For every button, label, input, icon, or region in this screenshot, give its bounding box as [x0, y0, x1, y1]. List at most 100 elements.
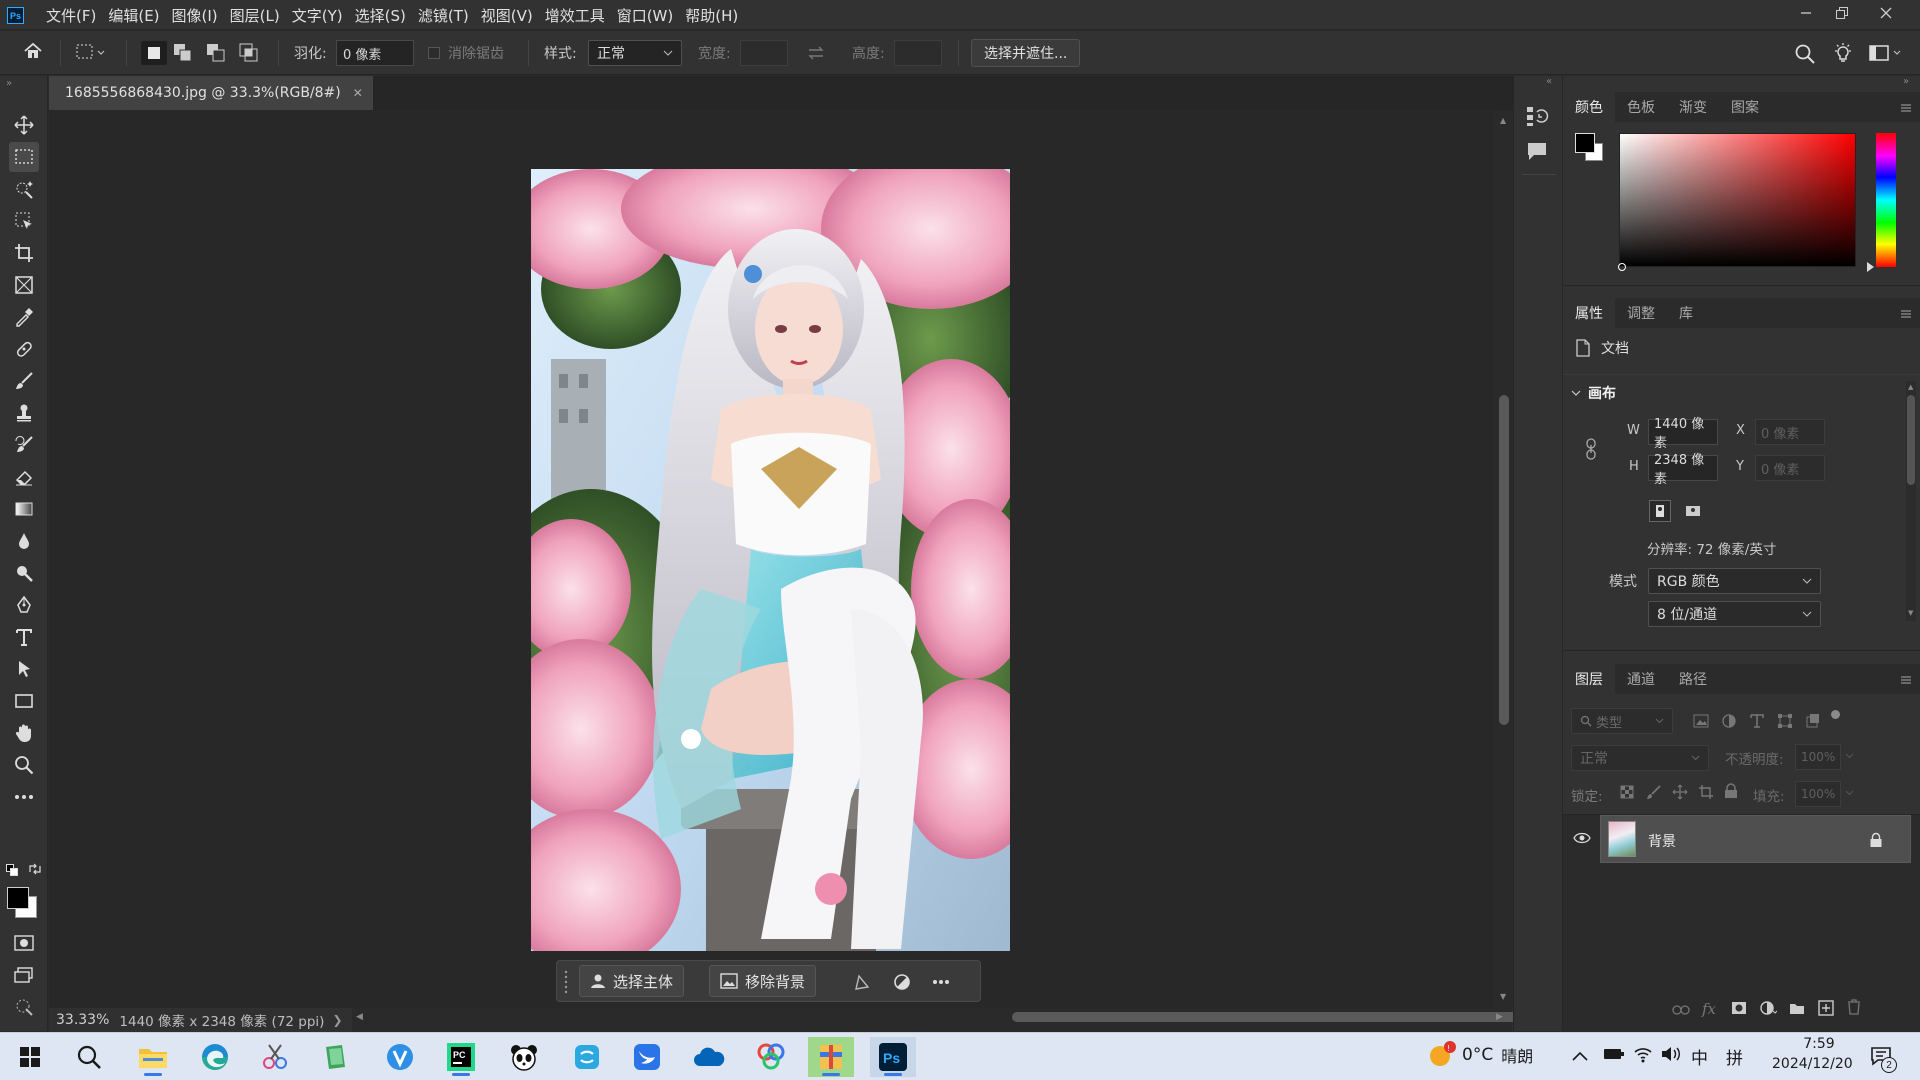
menu-item[interactable]: 帮助(H)	[679, 0, 744, 30]
show-hidden-icons-icon[interactable]	[1572, 1049, 1588, 1065]
scroll-right-icon[interactable]: ▶	[1496, 1012, 1503, 1022]
lock-artboard-icon[interactable]	[1698, 784, 1714, 804]
remove-background-button[interactable]: 移除背景	[709, 965, 817, 997]
width-input[interactable]	[740, 40, 788, 66]
adjustment-layer-icon[interactable]	[1759, 1000, 1778, 1020]
color-picker-field[interactable]	[1619, 133, 1856, 267]
frame-tool-icon[interactable]	[9, 270, 39, 300]
clock-time[interactable]: 7:59	[1780, 1036, 1858, 1052]
filter-shape-icon[interactable]	[1777, 713, 1793, 733]
blur-tool-icon[interactable]	[9, 526, 39, 556]
canvas-height-field[interactable]: 2348 像素	[1648, 453, 1718, 487]
bird-app-icon[interactable]	[624, 1037, 670, 1077]
tab-paths[interactable]: 路径	[1667, 664, 1719, 694]
more-tools-icon[interactable]	[9, 782, 39, 812]
edit-toolbar-icon[interactable]	[9, 992, 39, 1022]
swap-dimensions-icon[interactable]	[806, 44, 826, 62]
eye-icon[interactable]	[1573, 832, 1591, 848]
menu-item[interactable]: 滤镜(T)	[412, 0, 475, 30]
object-select-tool-icon[interactable]	[9, 206, 39, 236]
zoom-level[interactable]: 33.33%	[56, 1012, 109, 1028]
tab-gradients[interactable]: 渐变	[1667, 92, 1719, 122]
hue-slider-marker[interactable]	[1867, 262, 1874, 272]
link-layers-icon[interactable]	[1672, 1004, 1690, 1020]
windows-start-icon[interactable]	[7, 1037, 53, 1077]
filter-adjustment-icon[interactable]	[1721, 713, 1737, 733]
new-selection-icon[interactable]	[141, 41, 167, 65]
more-options-icon[interactable]	[932, 979, 950, 985]
path-selection-tool-icon[interactable]	[9, 654, 39, 684]
weather-widget[interactable]: ! 0°C 晴朗	[1428, 1041, 1533, 1069]
scroll-up-icon[interactable]: ▲	[1500, 116, 1506, 125]
crop-tool-icon[interactable]	[9, 238, 39, 268]
gradient-tool-icon[interactable]	[9, 494, 39, 524]
landscape-orientation-icon[interactable]	[1682, 500, 1704, 522]
canvas-section-header[interactable]: 画布	[1571, 383, 1616, 403]
battery-icon[interactable]	[1603, 1047, 1625, 1065]
layer-lock-icon[interactable]	[1869, 832, 1883, 852]
collapse-dock-icon[interactable]: «	[1546, 76, 1552, 87]
archive-app-icon[interactable]	[808, 1037, 854, 1077]
panel-menu-icon[interactable]	[1900, 307, 1912, 323]
layer-name[interactable]: 背景	[1648, 831, 1676, 851]
filter-pixel-icon[interactable]	[1693, 714, 1709, 732]
menu-item[interactable]: 窗口(W)	[611, 0, 680, 30]
ime-mode-indicator[interactable]: 拼	[1726, 1044, 1743, 1069]
layer-row-background[interactable]	[1600, 815, 1911, 863]
canvas-width-field[interactable]: 1440 像素	[1648, 417, 1718, 451]
feather-input[interactable]: 0 像素	[336, 40, 414, 66]
edge-browser-icon[interactable]	[192, 1037, 238, 1077]
fx-icon[interactable]: fx	[1702, 1000, 1716, 1018]
swap-colors-icon[interactable]	[28, 862, 42, 880]
quick-mask-icon[interactable]	[9, 928, 39, 958]
rectangular-marquee-tool-icon[interactable]	[9, 142, 39, 172]
move-tool-icon[interactable]	[9, 110, 39, 140]
tab-channels[interactable]: 通道	[1615, 664, 1667, 694]
scroll-down-icon[interactable]: ▼	[1908, 609, 1913, 617]
vscode-v-app-icon[interactable]	[377, 1037, 423, 1077]
tab-adjustments[interactable]: 调整	[1615, 298, 1667, 328]
style-select[interactable]: 正常	[588, 40, 682, 66]
type-tool-icon[interactable]	[9, 622, 39, 652]
close-button[interactable]	[1866, 0, 1906, 26]
antialias-checkbox[interactable]	[428, 47, 440, 59]
object-selection-tool-icon[interactable]	[9, 174, 39, 204]
vertical-scroll-thumb[interactable]	[1499, 395, 1509, 725]
tab-libraries[interactable]: 库	[1667, 298, 1705, 328]
layer-filter-select[interactable]: 类型	[1571, 708, 1673, 734]
status-expand-icon[interactable]: ❯	[332, 1013, 342, 1027]
clock-date[interactable]: 2024/12/20	[1772, 1056, 1853, 1072]
home-icon[interactable]	[22, 41, 44, 61]
dodge-tool-icon[interactable]	[9, 558, 39, 588]
properties-scrollbar[interactable]: ▲ ▼	[1906, 381, 1916, 621]
ime-language-indicator[interactable]: 中	[1691, 1044, 1708, 1069]
tab-color[interactable]: 颜色	[1563, 92, 1615, 122]
cloud-app-icon[interactable]	[564, 1037, 610, 1077]
panel-menu-icon[interactable]	[1900, 673, 1912, 689]
comments-panel-icon[interactable]	[1525, 140, 1549, 162]
mask-icon[interactable]	[893, 973, 911, 991]
tab-properties[interactable]: 属性	[1563, 298, 1615, 328]
portrait-orientation-icon[interactable]	[1649, 500, 1671, 522]
hue-slider[interactable]	[1876, 133, 1896, 267]
wifi-icon[interactable]	[1633, 1045, 1653, 1067]
bit-depth-select[interactable]: 8 位/通道	[1648, 601, 1821, 627]
vertical-scrollbar[interactable]: ▲ ▼	[1495, 110, 1513, 1008]
lock-image-icon[interactable]	[1646, 784, 1662, 804]
tab-swatches[interactable]: 色板	[1615, 92, 1667, 122]
properties-scroll-thumb[interactable]	[1907, 395, 1915, 485]
document-tab[interactable]: 1685556868430.jpg @ 33.3%(RGB/8#) ✕	[49, 76, 373, 110]
menu-item[interactable]: 文字(Y)	[286, 0, 349, 30]
fill-field[interactable]: 100%	[1795, 781, 1841, 807]
filter-toggle-icon[interactable]	[1831, 710, 1840, 719]
clone-stamp-tool-icon[interactable]	[9, 398, 39, 428]
link-dimensions-icon[interactable]	[1585, 438, 1597, 464]
menu-item[interactable]: 增效工具	[539, 0, 611, 30]
color-foreground-swatch[interactable]	[1575, 133, 1595, 153]
new-layer-icon[interactable]	[1818, 1000, 1834, 1020]
lock-all-icon[interactable]	[1724, 783, 1738, 803]
history-panel-icon[interactable]	[1525, 104, 1549, 128]
hand-tool-icon[interactable]	[9, 718, 39, 748]
history-brush-tool-icon[interactable]	[9, 430, 39, 460]
default-colors-icon[interactable]	[6, 864, 18, 880]
